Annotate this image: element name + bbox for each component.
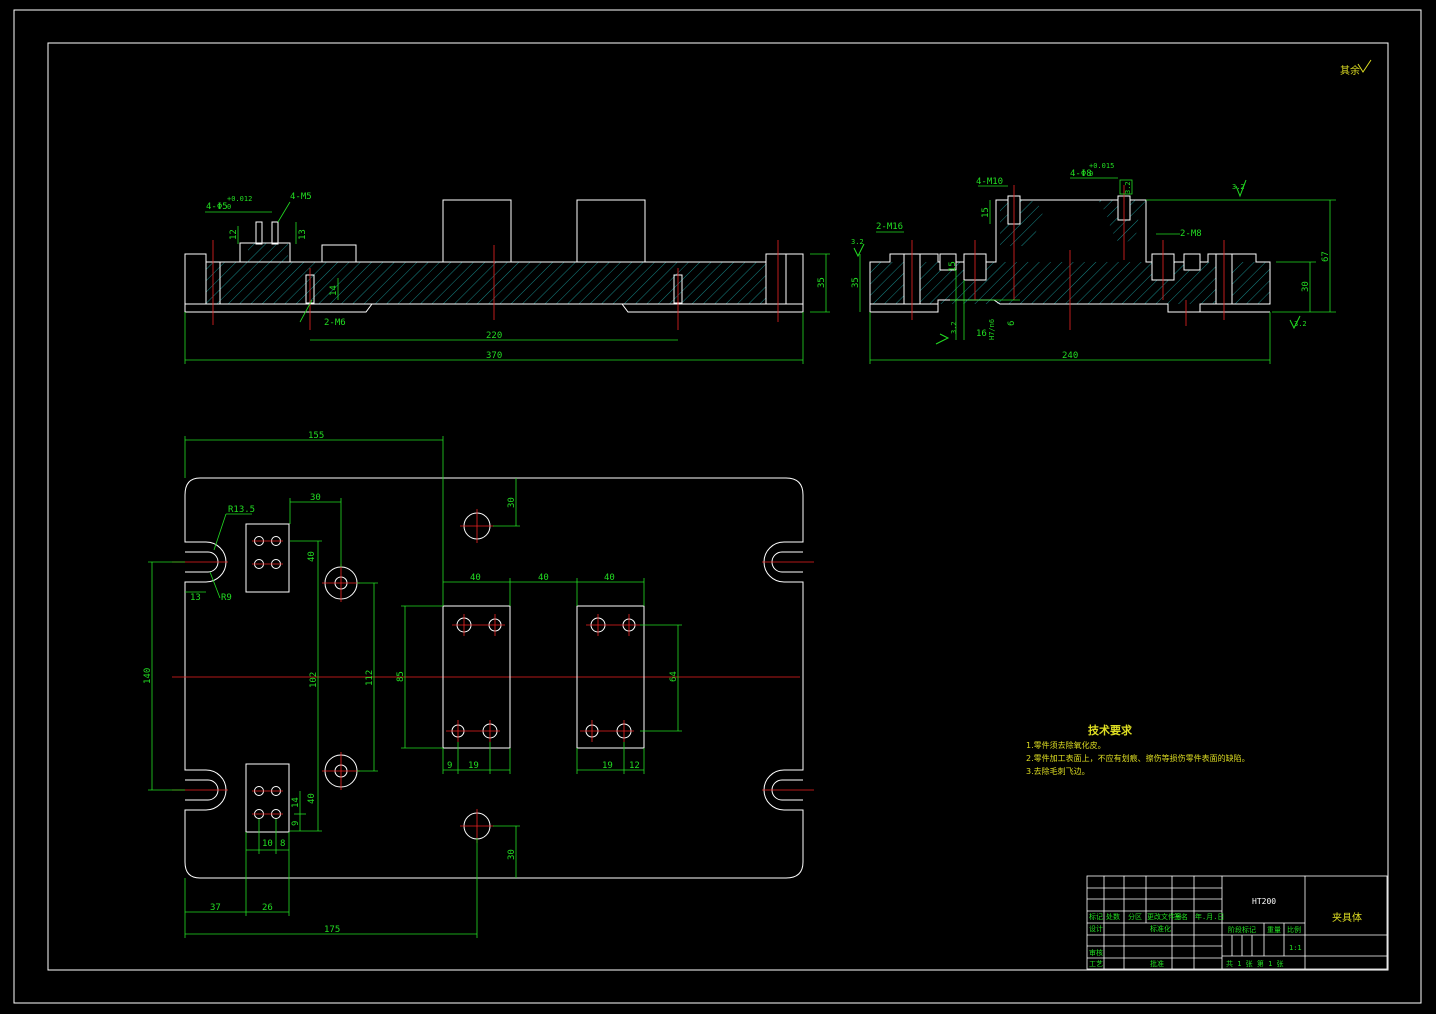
top-dim-9: 9 [447,761,452,771]
side-hole-label: 4-Φ5 [206,202,228,212]
title-part-name: 夹具体 [1332,911,1362,924]
tech-req-line-3: 3.去除毛刺飞边。 [1026,766,1090,776]
front-dim-15: 15 [981,207,991,218]
tech-req-line-1: 1.零件须去除氧化皮。 [1026,740,1106,750]
top-dim-40-1: 40 [470,573,481,583]
front-m10-label: 4-M10 [976,177,1003,187]
front-dim-30: 30 [1301,281,1311,292]
front-fit: H7/n6 [988,319,996,340]
front-pin-tol-up: +0.015 [1089,162,1114,170]
side-hole-tol-dn: 0 [227,203,231,211]
top-dim-102: 102 [309,672,319,688]
top-dim-19-a: 19 [468,761,479,771]
top-dim-8: 8 [280,839,285,849]
title-material: HT200 [1252,897,1276,906]
tb-label-sign: 签名 [1174,912,1188,921]
top-dim-30-block: 30 [310,493,321,503]
top-dim-30-lower: 30 [507,849,517,860]
front-dim-67: 67 [1321,251,1331,262]
front-dim-15b: 15 [948,261,958,272]
side-dim-12: 12 [229,229,239,240]
side-dim-13: 13 [298,229,308,240]
top-dim-30-upper: 30 [507,497,517,508]
side-bottom-thread: 2-M6 [324,318,346,328]
side-dim-370: 370 [486,351,502,361]
top-dim-40-2: 40 [538,573,549,583]
front-dim-240: 240 [1062,351,1078,361]
tb-stage-mark: 阶段标记 [1228,925,1256,934]
front-roughness-c: 3.2 [851,238,864,246]
cad-drawing: 其余 4-Φ5 +0.012 0 4-M5 12 13 2-M6 14 35 2… [13,9,1422,1004]
tb-scale-label: 比例 [1287,925,1301,934]
top-dim-112: 112 [365,670,375,686]
tb-sheets: 共 1 张 第 1 张 [1226,959,1284,968]
side-view [184,199,830,364]
top-r13-5: R13.5 [228,505,255,515]
tb-design: 设计 [1089,924,1103,933]
tb-weight: 重量 [1267,926,1281,934]
tb-label-count: 处数 [1106,912,1120,921]
top-dim-40-3: 40 [604,573,615,583]
front-roughness-e: 3.2 [1124,181,1132,194]
tech-req-line-2: 2.零件加工表面上，不应有划痕、擦伤等损伤零件表面的缺陷。 [1026,753,1250,763]
side-thread-label: 4-M5 [290,192,312,202]
front-m16-label: 2-M16 [876,222,903,232]
top-dim-13: 13 [190,593,201,603]
front-m8-label: 2-M8 [1180,229,1202,239]
top-r9: R9 [221,593,232,603]
front-view [853,177,1336,364]
top-dim-140: 140 [143,668,153,684]
tb-label-date: 年.月.日 [1195,912,1224,921]
front-pin-tol-dn: 0 [1089,170,1093,178]
side-hole-tol-up: +0.012 [227,195,252,203]
top-dim-175: 175 [324,925,340,935]
front-roughness-a: 3.2 [1232,183,1245,191]
corner-note: 其余 [1340,64,1360,77]
front-roughness-d: 3.2 [950,321,958,334]
front-dim-16: 16 [976,329,987,339]
top-dim-37: 37 [210,903,221,913]
top-dim-26: 26 [262,903,273,913]
top-dim-40-4: 40 [307,551,317,562]
top-dim-155: 155 [308,431,324,441]
tb-label-zone: 分区 [1128,912,1142,921]
tb-standard: 标准化 [1150,924,1171,933]
side-dim-height: 35 [817,277,827,288]
top-dim-14: 14 [291,797,301,808]
tb-process: 工艺 [1089,960,1103,968]
top-dim-64: 64 [669,671,679,682]
front-dim-6: 6 [1007,321,1017,326]
top-dim-9b: 9 [291,821,301,826]
side-dim-14: 14 [329,285,339,296]
tb-check: 审核 [1089,948,1103,957]
top-dim-85: 85 [396,671,406,682]
side-dim-220: 220 [486,331,502,341]
tb-label-mark: 标记 [1089,912,1103,921]
front-dim-35: 35 [851,277,861,288]
tb-approve: 批准 [1150,959,1164,968]
top-dim-10: 10 [262,839,273,849]
tech-req-title: 技术要求 [1088,723,1133,737]
front-roughness-b: 3.2 [1294,320,1307,328]
tb-scale: 1:1 [1289,944,1302,952]
outer-border [13,9,1422,1004]
top-dim-12: 12 [629,761,640,771]
top-dim-40-5: 40 [307,793,317,804]
top-dim-19-b: 19 [602,761,613,771]
